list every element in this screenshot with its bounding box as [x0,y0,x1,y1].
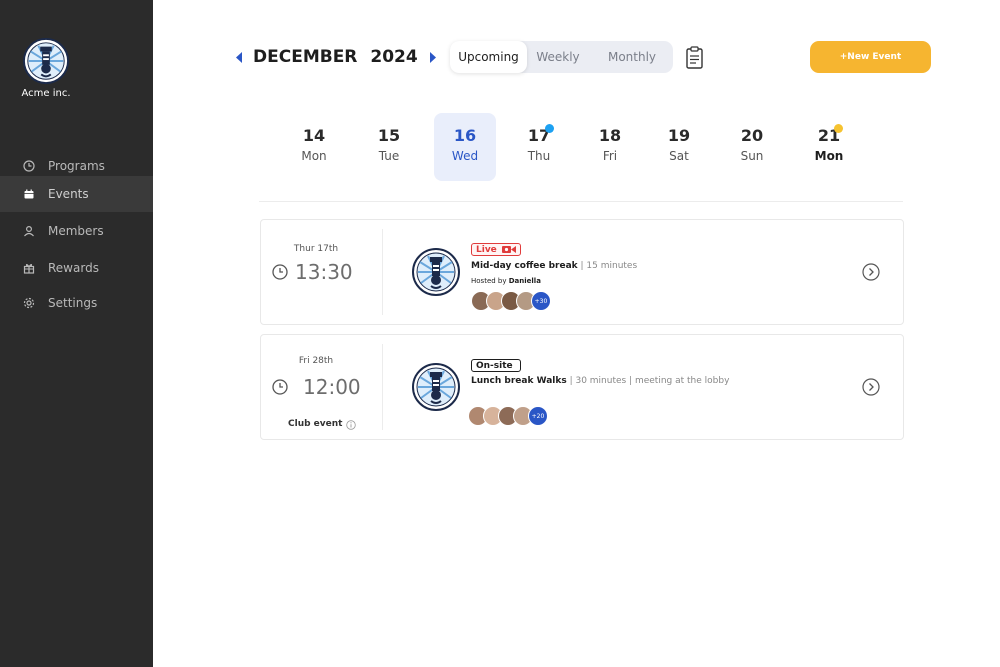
app: Acme inc. Programs Events Members Reward… [0,0,1000,667]
gear-icon [23,297,35,309]
sidebar-item-rewards[interactable]: Rewards [0,250,153,286]
gift-icon [23,262,35,274]
day-16[interactable]: 16 Wed [434,113,496,181]
calendar-icon [23,188,35,200]
next-month-button[interactable] [428,50,438,64]
month-navigator: DECEMBER 2024 [234,44,438,70]
event-card[interactable]: Thur 17th 13:30 Live Mid-day coffee brea… [260,219,904,325]
event-details: | 30 minutes | meeting at the lobby [566,376,730,386]
onsite-badge: On-site [471,359,521,372]
clock-icon [23,160,35,172]
day-number: 17 [527,126,551,145]
event-logo-icon [412,248,460,296]
day-weekday: Sat [669,149,689,163]
more-attendees-badge: +20 [528,406,548,426]
day-19[interactable]: 19 Sat [648,113,710,181]
day-weekday: Mon [301,149,327,163]
day-number: 15 [377,126,401,145]
day-weekday: Thu [527,149,551,163]
live-badge-label: Live [476,244,497,255]
event-details: | 15 minutes [577,261,638,271]
day-15[interactable]: 15 Tue [358,113,420,181]
day-number: 19 [667,126,691,145]
user-icon [23,225,35,237]
clock-icon [272,379,288,395]
card-separator [382,344,383,430]
chevron-right-icon[interactable] [862,378,880,396]
tab-weekly[interactable]: Weekly [527,41,589,73]
sidebar-item-settings[interactable]: Settings [0,285,153,321]
day-number: 16 [453,126,477,145]
event-time: 12:00 [303,375,361,399]
view-tabs: Upcoming Weekly Monthly [450,41,673,73]
event-title: Lunch break Walks [471,376,567,386]
prev-month-button[interactable] [234,50,244,64]
event-indicator-dot [545,124,554,133]
day-number: 18 [598,126,622,145]
month-label: DECEMBER [253,47,358,67]
video-camera-icon [501,246,516,253]
event-logo-icon [412,363,460,411]
day-weekday: Fri [602,149,618,163]
sidebar-item-label: Members [48,224,104,238]
card-separator [382,229,383,315]
info-icon[interactable] [346,420,356,430]
caret-right-icon [430,51,437,63]
day-17[interactable]: 17 Thu [508,113,570,181]
day-20[interactable]: 20 Sun [721,113,783,181]
day-weekday: Sun [740,149,764,163]
caret-left-icon [235,51,242,63]
clock-icon [272,264,288,280]
sidebar-item-label: Events [48,187,89,201]
day-21[interactable]: 21 Mon [798,113,860,181]
sidebar-item-label: Programs [48,159,105,173]
day-18[interactable]: 18 Fri [579,113,641,181]
host-name: Daniella [508,277,541,285]
more-attendees-badge: +30 [531,291,551,311]
attendee-avatars[interactable]: +20 [468,406,548,426]
event-host: Hosted by Daniella [471,277,541,285]
event-time: 13:30 [295,260,353,284]
club-event-label: Club event [288,419,343,429]
event-date: Thur 17th [293,244,339,254]
sidebar-item-events[interactable]: Events [0,176,153,212]
day-number: 14 [302,126,326,145]
tab-monthly[interactable]: Monthly [595,41,669,73]
event-title-line: Mid-day coffee break | 15 minutes [471,261,637,271]
day-number: 20 [740,126,764,145]
clipboard-icon[interactable] [684,46,706,70]
event-date: Fri 28th [298,356,334,366]
day-weekday: Tue [378,149,400,163]
sidebar-item-members[interactable]: Members [0,213,153,249]
divider [259,201,903,202]
day-number: 21 [817,126,841,145]
attendee-avatars[interactable]: +30 [471,291,551,311]
chevron-right-icon[interactable] [862,263,880,281]
event-card[interactable]: Fri 28th 12:00 Club event On-site Lunch … [260,334,904,440]
day-weekday: Wed [451,149,479,163]
live-badge: Live [471,243,521,256]
event-indicator-dot [834,124,843,133]
event-title-line: Lunch break Walks | 30 minutes | meeting… [471,376,729,386]
brand-name: Acme inc. [21,88,71,99]
tab-upcoming[interactable]: Upcoming [450,41,527,73]
sidebar-item-label: Rewards [48,261,99,275]
sidebar-item-label: Settings [48,296,98,310]
brand: Acme inc. [0,38,92,99]
new-event-button[interactable]: +New Event [810,41,931,73]
day-weekday: Mon [814,149,844,163]
host-prefix: Hosted by [471,277,509,285]
acme-logo-icon [23,38,69,84]
year-label: 2024 [370,47,418,67]
event-title: Mid-day coffee break [471,261,578,271]
day-14[interactable]: 14 Mon [283,113,345,181]
sidebar: Acme inc. Programs Events Members Reward… [0,0,153,667]
